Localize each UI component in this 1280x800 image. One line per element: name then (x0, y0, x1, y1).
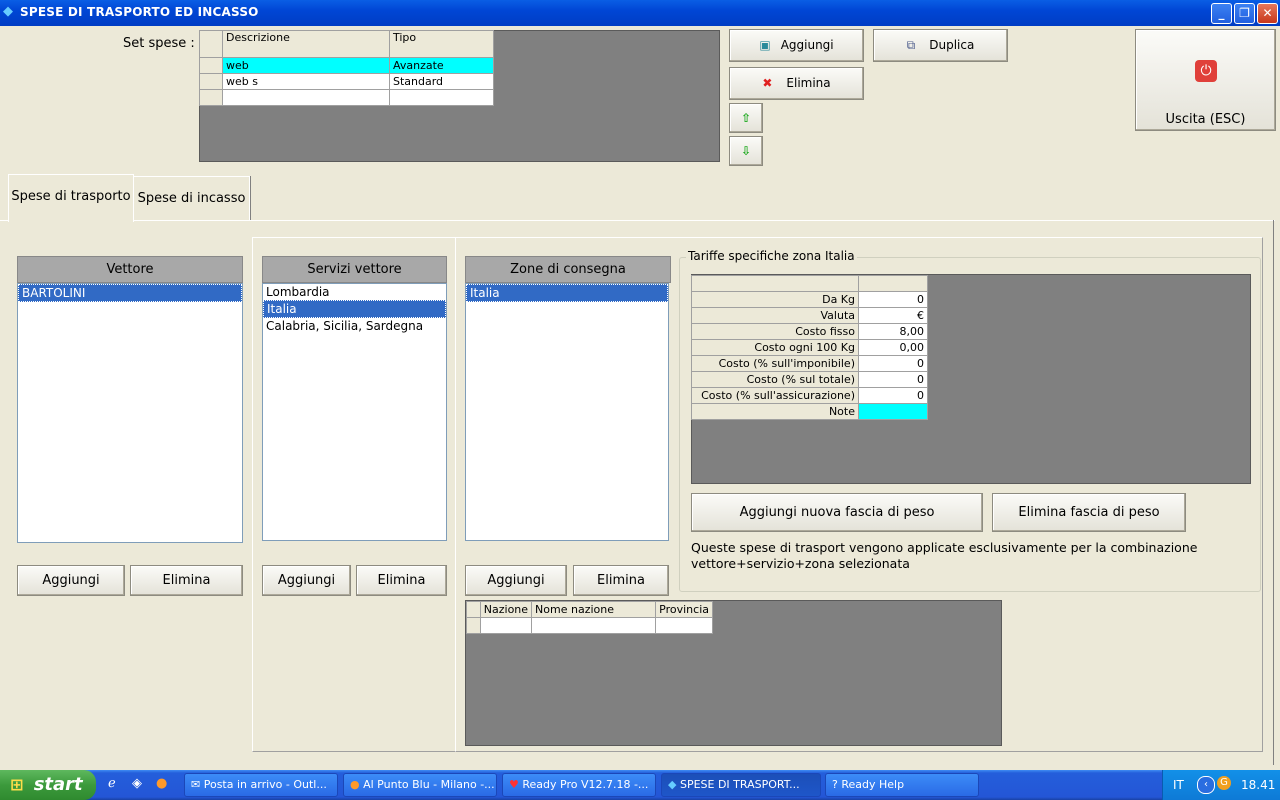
table-row[interactable]: web s Standard (199, 73, 494, 90)
servizi-list[interactable]: Lombardia Italia Calabria, Sicilia, Sard… (262, 283, 447, 541)
table-row-new[interactable] (466, 617, 713, 634)
tariffe-note: Queste spese di trasport vengono applica… (691, 540, 1198, 571)
servizi-header: Servizi vettore (262, 256, 447, 283)
power-icon: ⏻ (1195, 60, 1217, 82)
zone-list[interactable]: Italia (465, 283, 669, 541)
move-down-button[interactable]: ⇩ (729, 136, 763, 166)
elimina-fascia-button[interactable]: Elimina fascia di peso (992, 493, 1186, 532)
list-item[interactable]: Italia (466, 284, 668, 302)
list-item[interactable]: Italia (263, 300, 446, 318)
table-row[interactable]: Valuta € (691, 307, 928, 324)
tariffe-title: Tariffe specifiche zona Italia (686, 249, 857, 263)
aggiungi-set-button[interactable]: ▣ Aggiungi (729, 29, 864, 62)
table-row[interactable]: Costo (% sull'assicurazione) 0 (691, 387, 928, 404)
tab-spese-trasporto[interactable]: Spese di trasporto (8, 174, 134, 222)
arrow-up-icon: ⇧ (740, 111, 752, 125)
clock: 18.41 (1241, 778, 1276, 792)
col-tipo: Tipo (389, 30, 494, 58)
task-firefox[interactable]: ● Al Punto Blu - Milano -... (343, 773, 497, 797)
elimina-set-button[interactable]: ✖ Elimina (729, 67, 864, 100)
elimina-zona-button[interactable]: Elimina (573, 565, 669, 596)
arrow-down-icon: ⇩ (740, 144, 752, 158)
windows-logo-icon: ⊞ (10, 775, 24, 794)
zone-header: Zone di consegna (465, 256, 671, 283)
quicklaunch-firefox-icon[interactable]: ● (156, 776, 167, 791)
start-button[interactable]: ⊞ start (0, 770, 96, 800)
window-title: SPESE DI TRASPORTO ED INCASSO (20, 5, 259, 19)
table-row[interactable]: Costo fisso 8,00 (691, 323, 928, 340)
ready-pro-icon: ♥ (509, 778, 523, 791)
elimina-servizio-button[interactable]: Elimina (356, 565, 447, 596)
quicklaunch-ie-icon[interactable]: ℯ (108, 776, 116, 791)
language-indicator[interactable]: IT (1173, 778, 1184, 792)
elimina-vettore-button[interactable]: Elimina (130, 565, 243, 596)
help-icon: ? (832, 778, 842, 791)
tab-panel-right-edge (1273, 220, 1274, 765)
app-icon: ◆ (668, 778, 680, 791)
table-row[interactable]: Costo (% sull'imponibile) 0 (691, 355, 928, 372)
set-spese-grid: Descrizione Tipo web Avanzate web s Stan… (199, 30, 494, 106)
aggiungi-fascia-button[interactable]: Aggiungi nuova fascia di peso (691, 493, 983, 532)
table-row[interactable]: Da Kg 0 (691, 291, 928, 308)
table-row[interactable]: Note (691, 403, 928, 420)
task-outlook[interactable]: ✉ Posta in arrivo - Outl... (184, 773, 338, 797)
aggiungi-zona-button[interactable]: Aggiungi (465, 565, 567, 596)
table-row[interactable]: Costo ogni 100 Kg 0,00 (691, 339, 928, 356)
aggiungi-servizio-button[interactable]: Aggiungi (262, 565, 351, 596)
tariffe-grid: Da Kg 0 Valuta € Costo fisso 8,00 Costo ogn… (691, 275, 928, 420)
system-tray: IT ‹ G 18.41 (1162, 770, 1280, 800)
duplica-button[interactable]: ⧉ Duplica (873, 29, 1008, 62)
add-icon: ▣ (759, 38, 771, 52)
task-ready-help[interactable]: ? Ready Help (825, 773, 979, 797)
list-item[interactable]: Lombardia (263, 284, 446, 300)
tray-expand-icon[interactable]: ‹ (1197, 776, 1215, 794)
col-nome-nazione: Nome nazione (531, 601, 657, 618)
app-icon: ◆ (3, 4, 13, 19)
vettore-header: Vettore (17, 256, 243, 283)
tab-spese-incasso[interactable]: Spese di incasso (134, 176, 250, 220)
mail-icon: ✉ (191, 778, 204, 791)
table-row[interactable]: Costo (% sul totale) 0 (691, 371, 928, 388)
nazioni-grid: Nazione Nome nazione Provincia (466, 601, 713, 634)
title-bar: ◆ SPESE DI TRASPORTO ED INCASSO _ ❐ ✕ (0, 0, 1280, 26)
quicklaunch-outlook-icon[interactable]: ◈ (132, 776, 142, 791)
col-provincia: Provincia (655, 601, 713, 618)
copy-icon: ⧉ (906, 38, 916, 52)
list-item[interactable]: BARTOLINI (18, 284, 242, 302)
tray-app-icon[interactable]: G (1217, 776, 1231, 790)
task-spese-trasporto[interactable]: ◆ SPESE DI TRASPORT... (661, 773, 821, 797)
firefox-icon: ● (350, 778, 364, 791)
list-item[interactable]: Calabria, Sicilia, Sardegna (263, 318, 446, 334)
task-ready-pro[interactable]: ♥ Ready Pro V12.7.18 -... (502, 773, 656, 797)
col-descrizione: Descrizione (222, 30, 390, 58)
table-row-new[interactable] (199, 89, 494, 106)
aggiungi-vettore-button[interactable]: Aggiungi (17, 565, 125, 596)
delete-icon: ✖ (762, 76, 773, 90)
move-up-button[interactable]: ⇧ (729, 103, 763, 133)
restore-button[interactable]: ❐ (1234, 3, 1255, 24)
minimize-button[interactable]: _ (1211, 3, 1232, 24)
vettore-list[interactable]: BARTOLINI (17, 283, 243, 543)
uscita-button[interactable]: ⏻ Uscita (ESC) (1135, 29, 1276, 131)
table-row[interactable]: web Avanzate (199, 57, 494, 74)
close-button[interactable]: ✕ (1257, 3, 1278, 24)
set-spese-label: Set spese : (123, 36, 195, 51)
col-nazione: Nazione (479, 601, 533, 618)
